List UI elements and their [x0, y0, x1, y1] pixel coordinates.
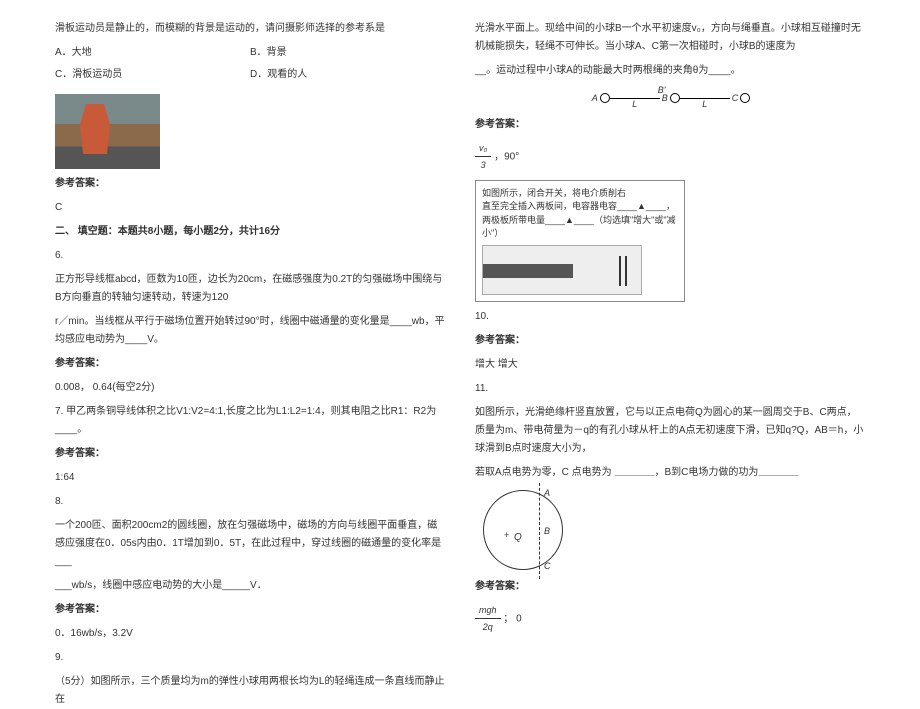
dash-line-icon — [539, 483, 540, 579]
q8-line1: 一个200匝、面积200cm2的圆线圈，放在匀强磁场中，磁场的方向与线圈平面垂直… — [55, 517, 445, 571]
skateboard-image — [55, 94, 160, 169]
q9-cont1: 光滑水平面上。现给中间的小球B一个水平初速度v₀，方向与绳垂直。小球相互碰撞时无… — [475, 20, 865, 56]
label-c: C — [732, 90, 739, 106]
answer-label-5: 参考答案： — [55, 175, 445, 193]
q10-num: 10. — [475, 308, 865, 326]
cap-line2: 直至完全插入两板间，电容器电容____▲____， — [482, 200, 678, 214]
cap-line1: 如图所示，闭合开关，将电介质削右 — [482, 187, 678, 201]
rope-bc: L — [680, 98, 730, 99]
answer-8: 0．16wb/s，3.2V — [55, 625, 445, 643]
answer-11: mgh 2q ； 0 — [475, 602, 865, 635]
circle-diagram: + Q A B C — [483, 490, 563, 570]
section-2-title: 二、 填空题：本题共8小题，每小题2分，共计16分 — [55, 223, 445, 241]
opt-c: C．滑板运动员 — [55, 66, 250, 84]
answer-5: C — [55, 199, 445, 217]
answer-label-8: 参考答案： — [55, 601, 445, 619]
ball-b-icon — [670, 93, 680, 103]
rope-ab: L — [610, 98, 660, 99]
answer-label-7: 参考答案： — [55, 445, 445, 463]
answer-7: 1:64 — [55, 469, 445, 487]
opt-a: A．大地 — [55, 44, 250, 62]
ball-a-icon — [600, 93, 610, 103]
q8-num: 8. — [55, 493, 445, 511]
answer-9: v₀ 3 ，90° — [475, 140, 865, 173]
label-pa: A — [544, 485, 550, 501]
answer-label-6: 参考答案： — [55, 355, 445, 373]
answer-label-9: 参考答案： — [475, 116, 865, 134]
q9-cont2: __。运动过程中小球A的动能最大时两根绳的夹角θ为____。 — [475, 62, 865, 80]
q11-num: 11. — [475, 380, 865, 398]
q5-options: A．大地 B．背景 C．滑板运动员 D．观看的人 — [55, 44, 445, 88]
label-bprime: B' — [658, 82, 666, 98]
capacitor-question-box: 如图所示，闭合开关，将电介质削右 直至完全插入两板间，电容器电容____▲___… — [475, 180, 685, 302]
q11-line2: 若取A点电势为零，C 点电势为 ＿＿＿＿，B到C电场力做的功为＿＿＿＿ — [475, 464, 865, 482]
q6-line1: 正方形导线框abcd，匝数为10匝，边长为20cm，在磁感强度为0.2T的匀强磁… — [55, 271, 445, 307]
answer-label-11: 参考答案： — [475, 578, 865, 596]
q5-stem: 滑板运动员是静止的，而模糊的背景是运动的，请问摄影师选择的参考系是 — [55, 20, 445, 38]
q6-line2: r／min。当线框从平行于磁场位置开始转过90°时，线圈中磁通量的变化量是___… — [55, 313, 445, 349]
opt-b: B．背景 — [250, 44, 445, 62]
q7: 7. 甲乙两条铜导线体积之比V1:V2=4:1,长度之比为L1:L2=1:4，则… — [55, 403, 445, 439]
label-pb: B — [544, 523, 550, 539]
answer-6: 0.008， 0.64(每空2分) — [55, 379, 445, 397]
answer-label-10: 参考答案： — [475, 332, 865, 350]
ball-c-icon — [740, 93, 750, 103]
q9-num: 9. — [55, 649, 445, 667]
cap-line3: 两极板所带电量____▲____（均选填"增大"或"减小"） — [482, 214, 678, 241]
capacitor-diagram — [482, 245, 642, 295]
diagram-abc: A L B' B L C — [475, 90, 865, 106]
frac-v0-3: v₀ 3 — [475, 140, 491, 173]
q9: （5分）如图所示，三个质量均为m的弹性小球用两根长均为L的轻绳连成一条直线而静止… — [55, 673, 445, 709]
q6-num: 6. — [55, 247, 445, 265]
plus-icon: + — [504, 527, 509, 543]
answer-10: 增大 增大 — [475, 356, 865, 374]
q8-line2: ___wb/s，线圈中感应电动势的大小是_____V． — [55, 577, 445, 595]
q11-line1: 如图所示，光滑绝缘杆竖直放置，它与以正点电荷Q为圆心的某一圆周交于B、C两点，质… — [475, 404, 865, 458]
frac-mgh-2q: mgh 2q — [475, 602, 501, 635]
label-pc: C — [544, 558, 551, 574]
label-q: Q — [514, 529, 522, 547]
label-a: A — [592, 90, 598, 106]
opt-d: D．观看的人 — [250, 66, 445, 84]
